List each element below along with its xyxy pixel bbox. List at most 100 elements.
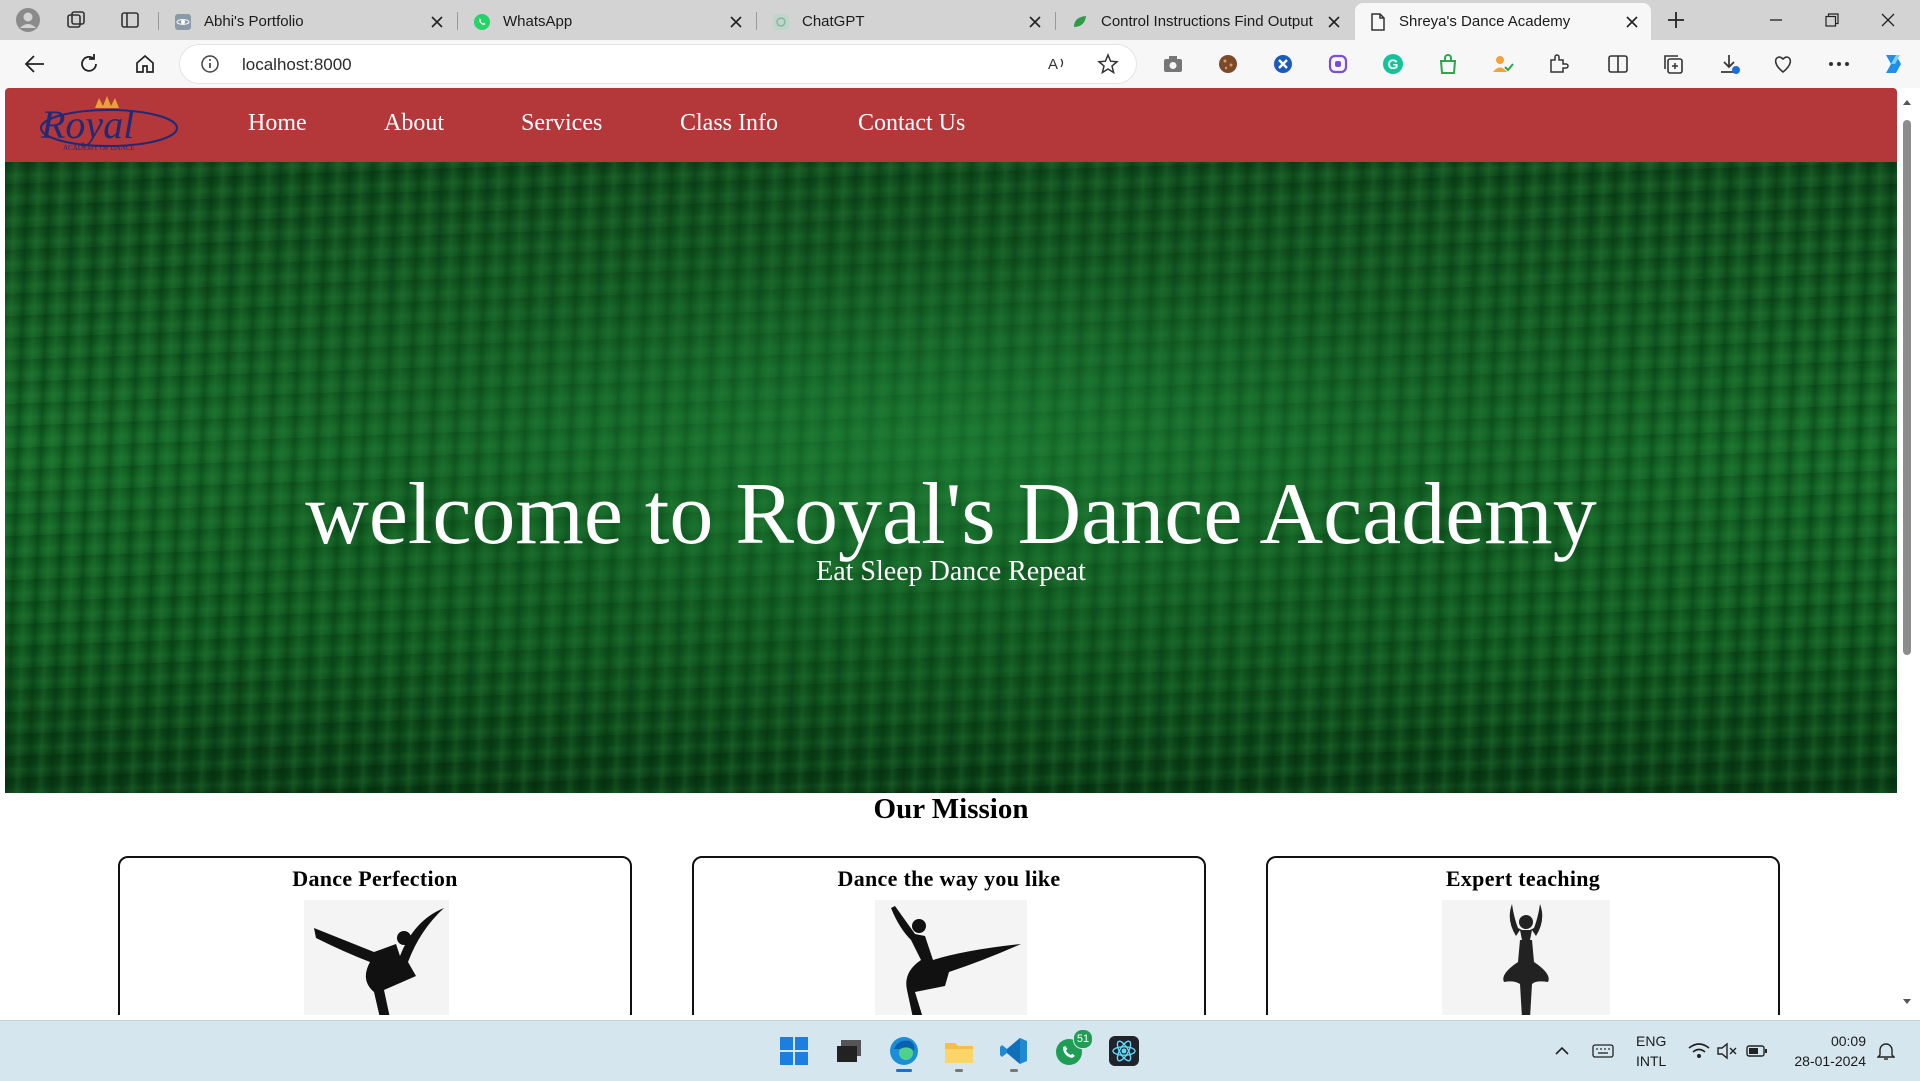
new-tab-icon[interactable] <box>1662 8 1690 32</box>
tab-control-instructions[interactable]: Control Instructions Find Output <box>1057 3 1353 40</box>
split-screen-icon[interactable] <box>1605 52 1631 76</box>
url-text[interactable]: localhost:8000 <box>242 55 352 75</box>
card-title: Expert teaching <box>1445 866 1601 891</box>
svg-text:G: G <box>1388 56 1399 72</box>
workspaces-icon[interactable] <box>62 8 90 32</box>
hero-subtitle: Eat Sleep Dance Repeat <box>816 556 1086 587</box>
nav-about[interactable]: About <box>384 110 444 137</box>
tab-chatgpt[interactable]: ChatGPT <box>758 3 1054 40</box>
collections-icon[interactable] <box>1660 52 1686 76</box>
tab-title: WhatsApp <box>503 13 573 30</box>
ballerina-standing-image <box>1442 900 1610 1015</box>
clock-time[interactable]: 00:09 <box>1792 1033 1866 1049</box>
page-icon <box>1369 12 1387 31</box>
react-devtools-icon[interactable] <box>1104 1031 1144 1071</box>
browser-essentials-icon[interactable] <box>1770 52 1796 76</box>
tab-separator <box>756 12 757 30</box>
hero-title: welcome to Royal's Dance Academy <box>305 466 1597 563</box>
tab-abhis-portfolio[interactable]: Abhi's Portfolio <box>160 3 456 40</box>
react-icon <box>174 13 192 31</box>
tab-title: Shreya's Dance Academy <box>1399 13 1571 30</box>
mission-card-expert-teaching: Expert teaching <box>1266 856 1780 1015</box>
tab-title: Control Instructions Find Output <box>1101 13 1313 30</box>
refresh-icon[interactable] <box>72 48 106 80</box>
nav-class-info[interactable]: Class Info <box>680 110 778 137</box>
tab-shreyas-dance-academy[interactable]: Shreya's Dance Academy <box>1355 3 1651 40</box>
restore-icon[interactable] <box>1804 0 1860 40</box>
scroll-down-icon <box>1903 999 1911 1004</box>
leaf-icon <box>1071 13 1089 31</box>
page-viewport: Royal ACADEMY OF DANCE Home About Servic… <box>5 88 1897 1015</box>
shopping-icon[interactable] <box>1435 52 1461 76</box>
card-title: Dance Perfection <box>292 866 458 891</box>
scroll-up-icon <box>1903 100 1911 105</box>
mission-card-dance-the-way-you-like: Dance the way you like <box>692 856 1206 1015</box>
logo-text: Royal <box>40 102 134 147</box>
home-icon[interactable] <box>128 48 162 80</box>
cookie-icon[interactable] <box>1215 52 1241 76</box>
nav-contact-us[interactable]: Contact Us <box>858 110 965 137</box>
tab-separator <box>1055 12 1056 30</box>
tab-title: Abhi's Portfolio <box>204 13 304 30</box>
extensions-puzzle-icon[interactable] <box>1545 52 1571 76</box>
windows-taskbar: 51 ENG INTL 00:09 28-01-2024 <box>0 1020 1920 1081</box>
running-indicator <box>1010 1069 1018 1072</box>
notification-badge: 51 <box>1073 1029 1093 1049</box>
extension-blue-icon[interactable] <box>1270 52 1296 76</box>
profile-icon[interactable] <box>12 6 44 34</box>
mission-heading: Our Mission <box>873 793 1029 825</box>
hero-banner: welcome to Royal's Dance Academy Eat Sle… <box>5 162 1897 793</box>
notification-bell-icon[interactable] <box>1872 1031 1900 1071</box>
scrollbar-thumb[interactable] <box>1903 120 1911 655</box>
nav-services[interactable]: Services <box>521 110 602 137</box>
file-explorer-icon[interactable] <box>939 1031 979 1072</box>
close-tab-icon[interactable] <box>1321 9 1347 35</box>
royal-logo[interactable]: Royal ACADEMY OF DANCE <box>33 92 193 156</box>
close-tab-icon[interactable] <box>1619 9 1645 35</box>
page-scrollbar[interactable] <box>1898 92 1916 1012</box>
site-navbar: Royal ACADEMY OF DANCE Home About Servic… <box>5 88 1897 162</box>
tab-actions-icon[interactable] <box>116 8 144 32</box>
tab-title: ChatGPT <box>802 13 865 30</box>
whatsapp-icon <box>473 13 491 31</box>
task-view-icon[interactable] <box>829 1031 869 1071</box>
more-menu-icon[interactable] <box>1826 52 1852 76</box>
extension-purple-icon[interactable] <box>1325 52 1351 76</box>
wifi-icon[interactable] <box>1686 1031 1712 1071</box>
chevron-up-icon[interactable] <box>1550 1031 1574 1071</box>
svg-text:A: A <box>1048 56 1058 73</box>
muted-speaker-icon[interactable] <box>1714 1031 1740 1071</box>
nav-home[interactable]: Home <box>248 110 307 137</box>
minimize-icon[interactable] <box>1748 0 1804 40</box>
close-window-icon[interactable] <box>1860 0 1916 40</box>
battery-icon[interactable] <box>1744 1031 1770 1071</box>
tab-bar: Abhi's Portfolio WhatsApp ChatGPT Contro… <box>0 0 1920 40</box>
address-bar[interactable]: localhost:8000 A <box>180 45 1136 83</box>
chatgpt-icon <box>772 13 790 31</box>
browser-toolbar: localhost:8000 A G <box>0 40 1920 88</box>
windows-start-icon[interactable] <box>774 1031 814 1071</box>
site-info-icon[interactable] <box>200 54 220 74</box>
active-indicator <box>896 1069 912 1072</box>
language-label[interactable]: ENG <box>1636 1033 1666 1049</box>
card-title: Dance the way you like <box>837 866 1061 891</box>
ballerina-arabesque-image <box>304 900 449 1015</box>
close-tab-icon[interactable] <box>424 9 450 35</box>
camera-icon[interactable] <box>1160 52 1186 76</box>
keyboard-layout-label[interactable]: INTL <box>1636 1053 1666 1069</box>
favorite-star-icon[interactable] <box>1096 53 1120 75</box>
clock-date[interactable]: 28-01-2024 <box>1780 1053 1866 1069</box>
back-icon[interactable] <box>18 48 52 80</box>
read-aloud-icon[interactable]: A <box>1046 53 1070 75</box>
user-check-icon[interactable] <box>1490 52 1516 76</box>
close-tab-icon[interactable] <box>1022 9 1048 35</box>
copilot-icon[interactable] <box>1880 52 1906 76</box>
vscode-icon[interactable] <box>994 1031 1034 1072</box>
tab-whatsapp[interactable]: WhatsApp <box>459 3 755 40</box>
grammarly-icon[interactable]: G <box>1380 52 1406 76</box>
close-tab-icon[interactable] <box>723 9 749 35</box>
edge-browser-icon[interactable] <box>884 1031 924 1072</box>
downloads-icon[interactable] <box>1716 52 1742 76</box>
keyboard-icon[interactable] <box>1588 1031 1618 1071</box>
whatsapp-taskbar-icon[interactable]: 51 <box>1049 1029 1093 1071</box>
